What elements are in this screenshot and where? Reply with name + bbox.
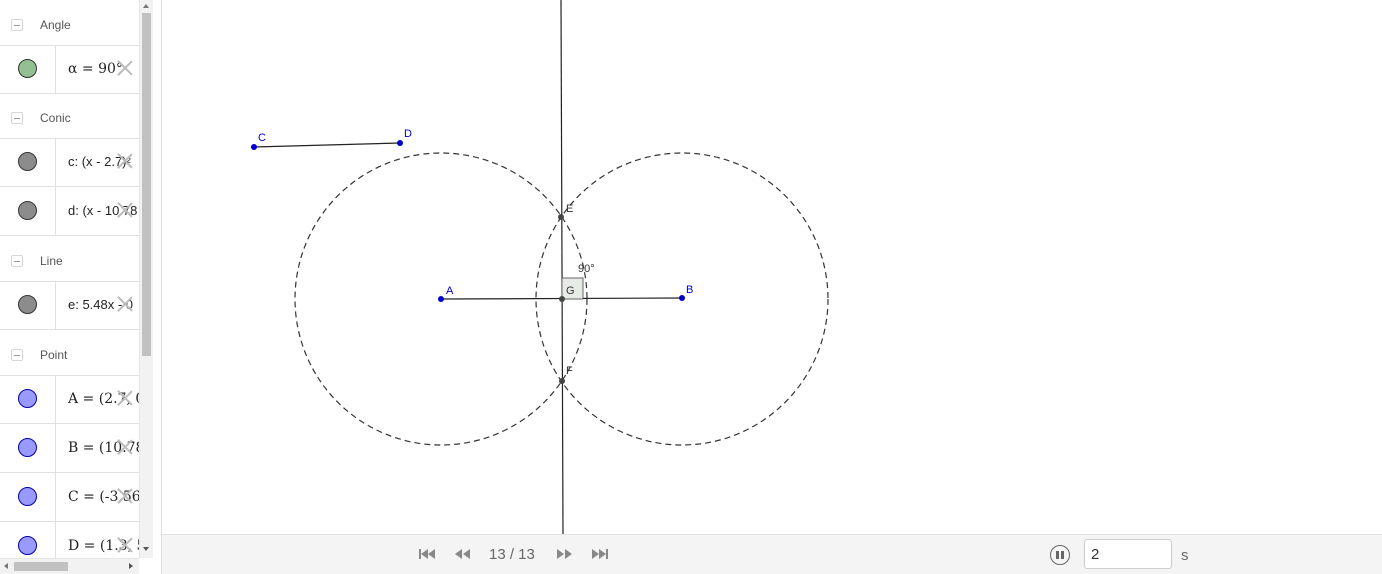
group-header-conic[interactable]: Conic — [0, 95, 139, 139]
step-counter: 13 / 13 — [489, 546, 535, 563]
graphics-view[interactable]: 90° A B C D E F G — [162, 0, 1382, 534]
algebra-item-point-c[interactable]: C = (-3.56, — [0, 473, 139, 522]
point-label-b: B — [686, 284, 693, 296]
delete-icon[interactable] — [116, 535, 134, 553]
delete-icon[interactable] — [116, 486, 134, 504]
algebra-item-conic-d[interactable]: d: (x - 10.78 — [0, 187, 139, 236]
delete-icon[interactable] — [116, 388, 134, 406]
skip-first-icon[interactable] — [417, 546, 437, 562]
collapse-icon[interactable] — [11, 349, 23, 361]
algebra-view: Angle α = 90° Conic c: (x - 2.7)² d: (x … — [0, 0, 139, 558]
point-label-d: D — [404, 128, 412, 140]
collapse-icon[interactable] — [11, 112, 23, 124]
point-label-e: E — [566, 203, 573, 215]
view-divider[interactable] — [153, 0, 162, 574]
delete-icon[interactable] — [116, 294, 134, 312]
delete-icon[interactable] — [116, 58, 134, 76]
segment-cd[interactable] — [253, 142, 401, 148]
point-label-c: C — [258, 132, 266, 144]
angle-label: 90° — [578, 263, 595, 275]
visibility-marble[interactable] — [18, 487, 37, 506]
group-header-point[interactable]: Point — [0, 332, 139, 376]
algebra-item-line-e[interactable]: e: 5.48x - 0 — [0, 281, 139, 330]
algebra-item-point-a[interactable]: A = (2.7, 0. — [0, 375, 139, 424]
point-f[interactable] — [559, 378, 565, 384]
collapse-icon[interactable] — [11, 255, 23, 267]
horizontal-scroll-thumb[interactable] — [14, 562, 68, 571]
group-title: Point — [40, 348, 68, 362]
visibility-marble[interactable] — [18, 295, 37, 314]
step-forward-icon[interactable] — [554, 546, 574, 562]
scroll-right-icon[interactable] — [129, 563, 133, 569]
visibility-marble[interactable] — [18, 536, 37, 555]
point-g[interactable] — [559, 296, 565, 302]
horizontal-scrollbar[interactable] — [0, 558, 139, 574]
point-b[interactable] — [679, 295, 685, 301]
skip-last-icon[interactable] — [590, 546, 610, 562]
point-d[interactable] — [397, 140, 403, 146]
delete-icon[interactable] — [116, 200, 134, 218]
visibility-marble[interactable] — [18, 152, 37, 171]
delete-icon[interactable] — [116, 437, 134, 455]
point-e[interactable] — [558, 214, 564, 220]
group-header-line[interactable]: Line — [0, 238, 139, 282]
visibility-marble[interactable] — [18, 201, 37, 220]
point-label-f: F — [566, 365, 573, 377]
point-a[interactable] — [438, 296, 444, 302]
point-label-g: G — [566, 285, 575, 297]
algebra-item-point-d[interactable]: D = (1.3, 5. — [0, 522, 139, 558]
speed-unit-label: s — [1181, 547, 1189, 564]
group-title: Line — [40, 254, 63, 268]
point-c[interactable] — [251, 144, 257, 150]
step-back-icon[interactable] — [453, 546, 473, 562]
scroll-down-icon[interactable] — [143, 547, 149, 551]
visibility-marble[interactable] — [18, 59, 37, 78]
visibility-marble[interactable] — [18, 438, 37, 457]
group-title: Angle — [40, 18, 71, 32]
speed-input[interactable] — [1084, 539, 1172, 569]
line-e[interactable] — [560, 0, 564, 534]
scroll-up-icon[interactable] — [143, 4, 149, 8]
algebra-item-point-b[interactable]: B = (10.78, — [0, 424, 139, 473]
scroll-left-icon[interactable] — [4, 563, 8, 569]
point-label-a: A — [446, 285, 454, 297]
pause-icon[interactable] — [1050, 545, 1070, 565]
vertical-scrollbar[interactable] — [139, 0, 153, 558]
group-title: Conic — [40, 111, 71, 125]
group-header-angle[interactable]: Angle — [0, 2, 139, 46]
construction-playbar: 13 / 13 s — [162, 534, 1382, 574]
visibility-marble[interactable] — [18, 389, 37, 408]
delete-icon[interactable] — [116, 151, 134, 169]
algebra-item-conic-c[interactable]: c: (x - 2.7)² — [0, 138, 139, 187]
algebra-item-angle[interactable]: α = 90° — [0, 45, 139, 94]
vertical-scroll-thumb[interactable] — [142, 13, 151, 356]
collapse-icon[interactable] — [11, 19, 23, 31]
